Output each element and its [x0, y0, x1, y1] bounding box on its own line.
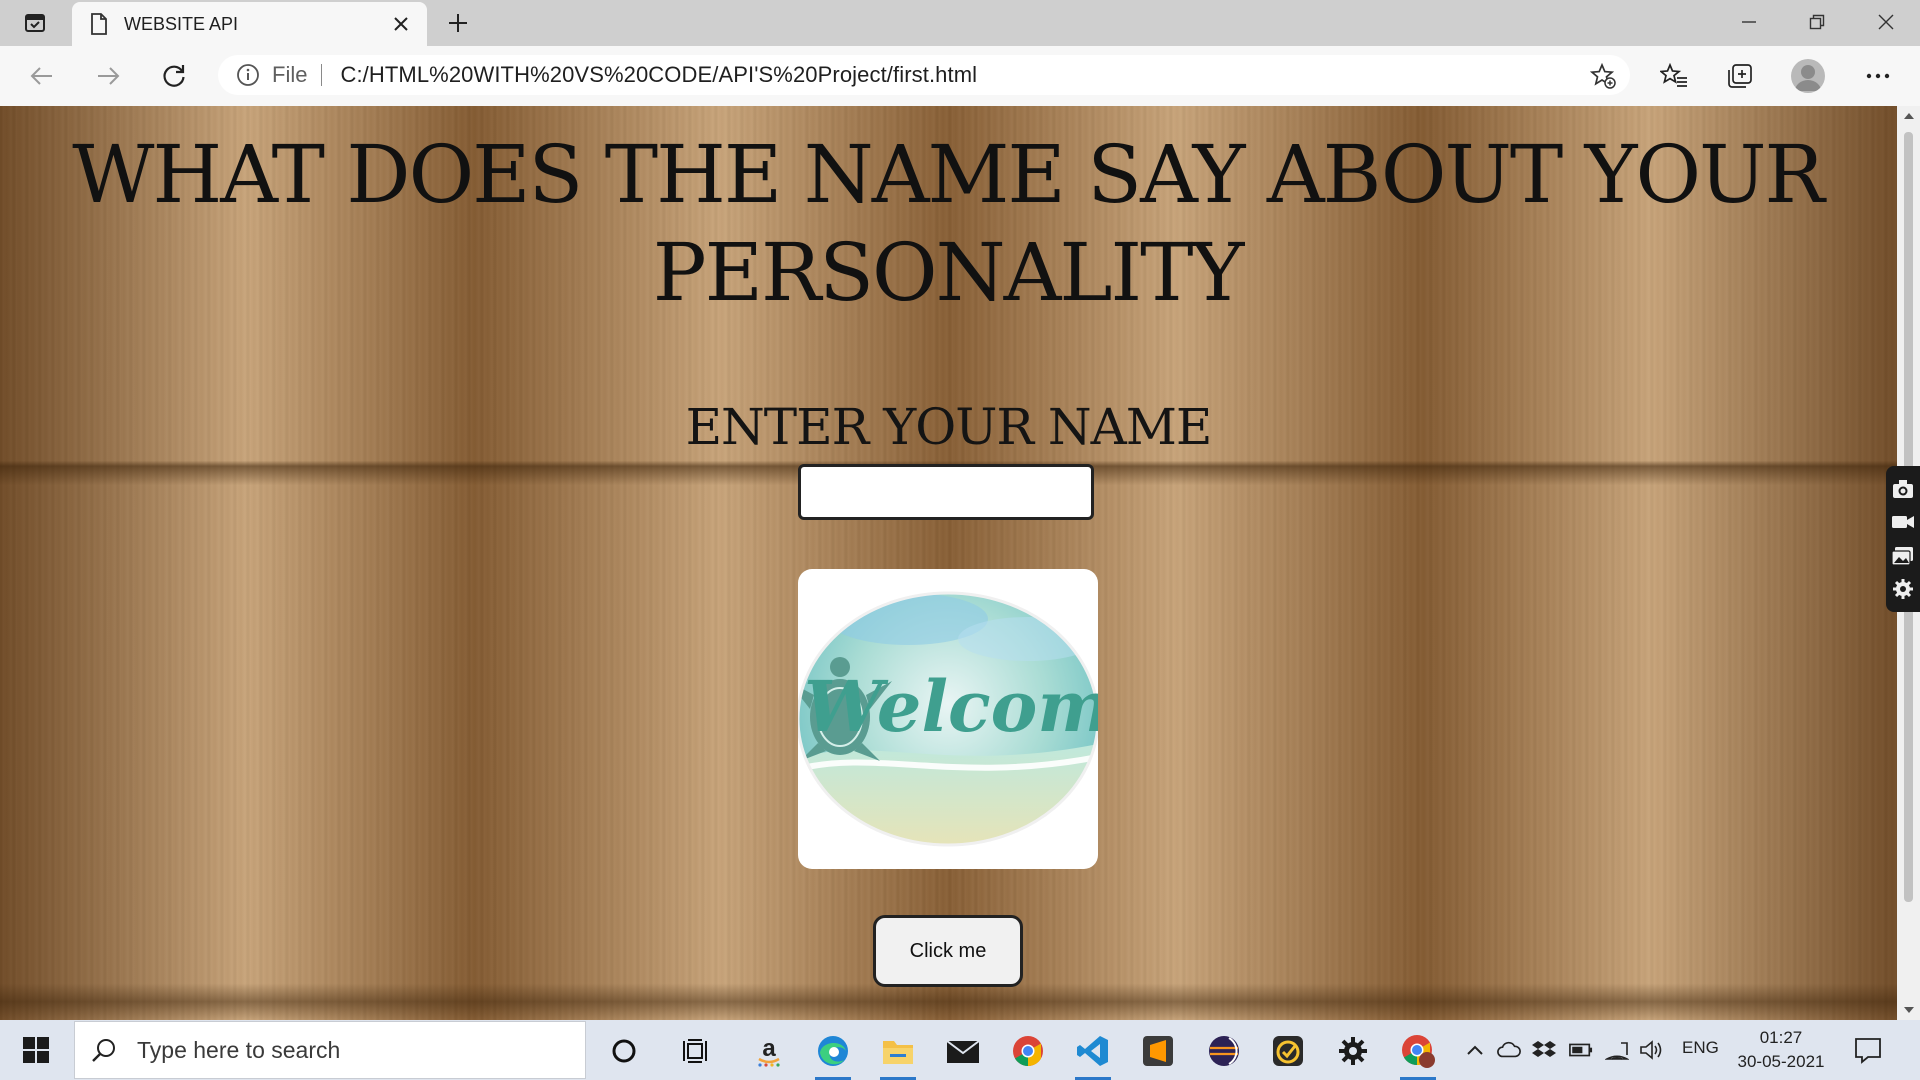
click-me-button[interactable]: Click me — [873, 915, 1023, 987]
close-window-icon[interactable] — [1852, 0, 1920, 44]
sublime-icon[interactable] — [1132, 1026, 1184, 1076]
welcome-text: Welcome — [804, 665, 1098, 748]
page-heading: WHAT DOES THE NAME SAY ABOUT YOUR PERSON… — [72, 128, 1824, 319]
tab-actions-icon[interactable] — [20, 10, 50, 36]
tab-strip: WEBSITE API — [0, 0, 1920, 46]
browser-toolbar: File C:/HTML%20WITH%20VS%20CODE/API'S%20… — [0, 46, 1920, 107]
clock-time: 01:27 — [1759, 1028, 1803, 1047]
address-separator — [321, 64, 323, 86]
scroll-up-icon[interactable] — [1897, 106, 1920, 126]
page-viewport: WHAT DOES THE NAME SAY ABOUT YOUR PERSON… — [0, 106, 1897, 1020]
address-scheme: File — [272, 62, 308, 87]
name-input[interactable] — [798, 464, 1094, 520]
taskbar-search[interactable]: Type here to search — [74, 1021, 586, 1079]
minimize-icon[interactable] — [1715, 0, 1783, 44]
refresh-icon[interactable] — [156, 58, 192, 94]
mail-icon[interactable] — [937, 1026, 989, 1076]
camera-icon[interactable] — [1891, 478, 1915, 500]
welcome-image: Welcome — [798, 569, 1098, 869]
chrome-profile-icon[interactable] — [1392, 1026, 1444, 1080]
notifications-icon[interactable] — [1853, 1036, 1883, 1064]
scroll-down-icon[interactable] — [1897, 1000, 1920, 1020]
settings-icon[interactable] — [1327, 1026, 1379, 1076]
profile-avatar[interactable] — [1791, 59, 1825, 93]
wifi-icon[interactable] — [1605, 1038, 1629, 1062]
vscode-icon[interactable] — [1067, 1026, 1119, 1080]
system-clock[interactable]: 01:27 30-05-2021 — [1726, 1026, 1836, 1074]
close-tab-icon[interactable] — [389, 12, 413, 36]
show-hidden-icons-icon[interactable] — [1463, 1038, 1487, 1062]
page-icon — [91, 13, 107, 35]
svg-text:a: a — [762, 1035, 776, 1062]
windows-start-icon[interactable] — [0, 1020, 72, 1080]
add-favorite-icon[interactable] — [1590, 63, 1616, 89]
eclipse-icon[interactable] — [1198, 1026, 1250, 1076]
windows-taskbar: Type here to search a ENG 01:27 30-05-20… — [0, 1020, 1920, 1080]
cortana-icon[interactable] — [598, 1026, 650, 1076]
back-icon[interactable] — [24, 58, 60, 94]
address-url[interactable]: C:/HTML%20WITH%20VS%20CODE/API'S%20Proje… — [340, 62, 977, 88]
collections-icon[interactable] — [1724, 60, 1756, 92]
todo-icon[interactable] — [1262, 1026, 1314, 1076]
video-icon[interactable] — [1891, 511, 1915, 533]
chrome-icon[interactable] — [1002, 1026, 1054, 1076]
forward-icon[interactable] — [90, 58, 126, 94]
enter-name-label: ENTER YOUR NAME — [685, 398, 1213, 456]
more-menu-icon[interactable] — [1862, 60, 1894, 92]
restore-icon[interactable] — [1783, 0, 1851, 44]
battery-icon[interactable] — [1569, 1038, 1593, 1062]
clock-date: 30-05-2021 — [1737, 1052, 1825, 1071]
search-placeholder: Type here to search — [137, 1036, 341, 1063]
dropbox-icon[interactable] — [1532, 1038, 1556, 1062]
gallery-icon[interactable] — [1891, 545, 1915, 567]
tab-website-api[interactable]: WEBSITE API — [72, 2, 427, 46]
address-bar[interactable]: File C:/HTML%20WITH%20VS%20CODE/API'S%20… — [218, 55, 1630, 95]
tab-title: WEBSITE API — [124, 13, 239, 34]
widget-settings-icon[interactable] — [1891, 578, 1915, 600]
edge-icon[interactable] — [807, 1026, 859, 1080]
volume-icon[interactable] — [1639, 1038, 1663, 1062]
task-view-icon[interactable] — [670, 1026, 722, 1076]
capture-toolbar — [1886, 466, 1920, 612]
favorites-icon[interactable] — [1658, 60, 1690, 92]
search-icon — [92, 1039, 115, 1062]
onedrive-icon[interactable] — [1497, 1038, 1521, 1062]
info-icon[interactable] — [236, 63, 260, 87]
new-tab-icon[interactable] — [442, 8, 474, 38]
amazon-icon[interactable]: a — [743, 1026, 795, 1076]
file-explorer-icon[interactable] — [872, 1026, 924, 1080]
language-indicator[interactable]: ENG — [1682, 1038, 1719, 1058]
